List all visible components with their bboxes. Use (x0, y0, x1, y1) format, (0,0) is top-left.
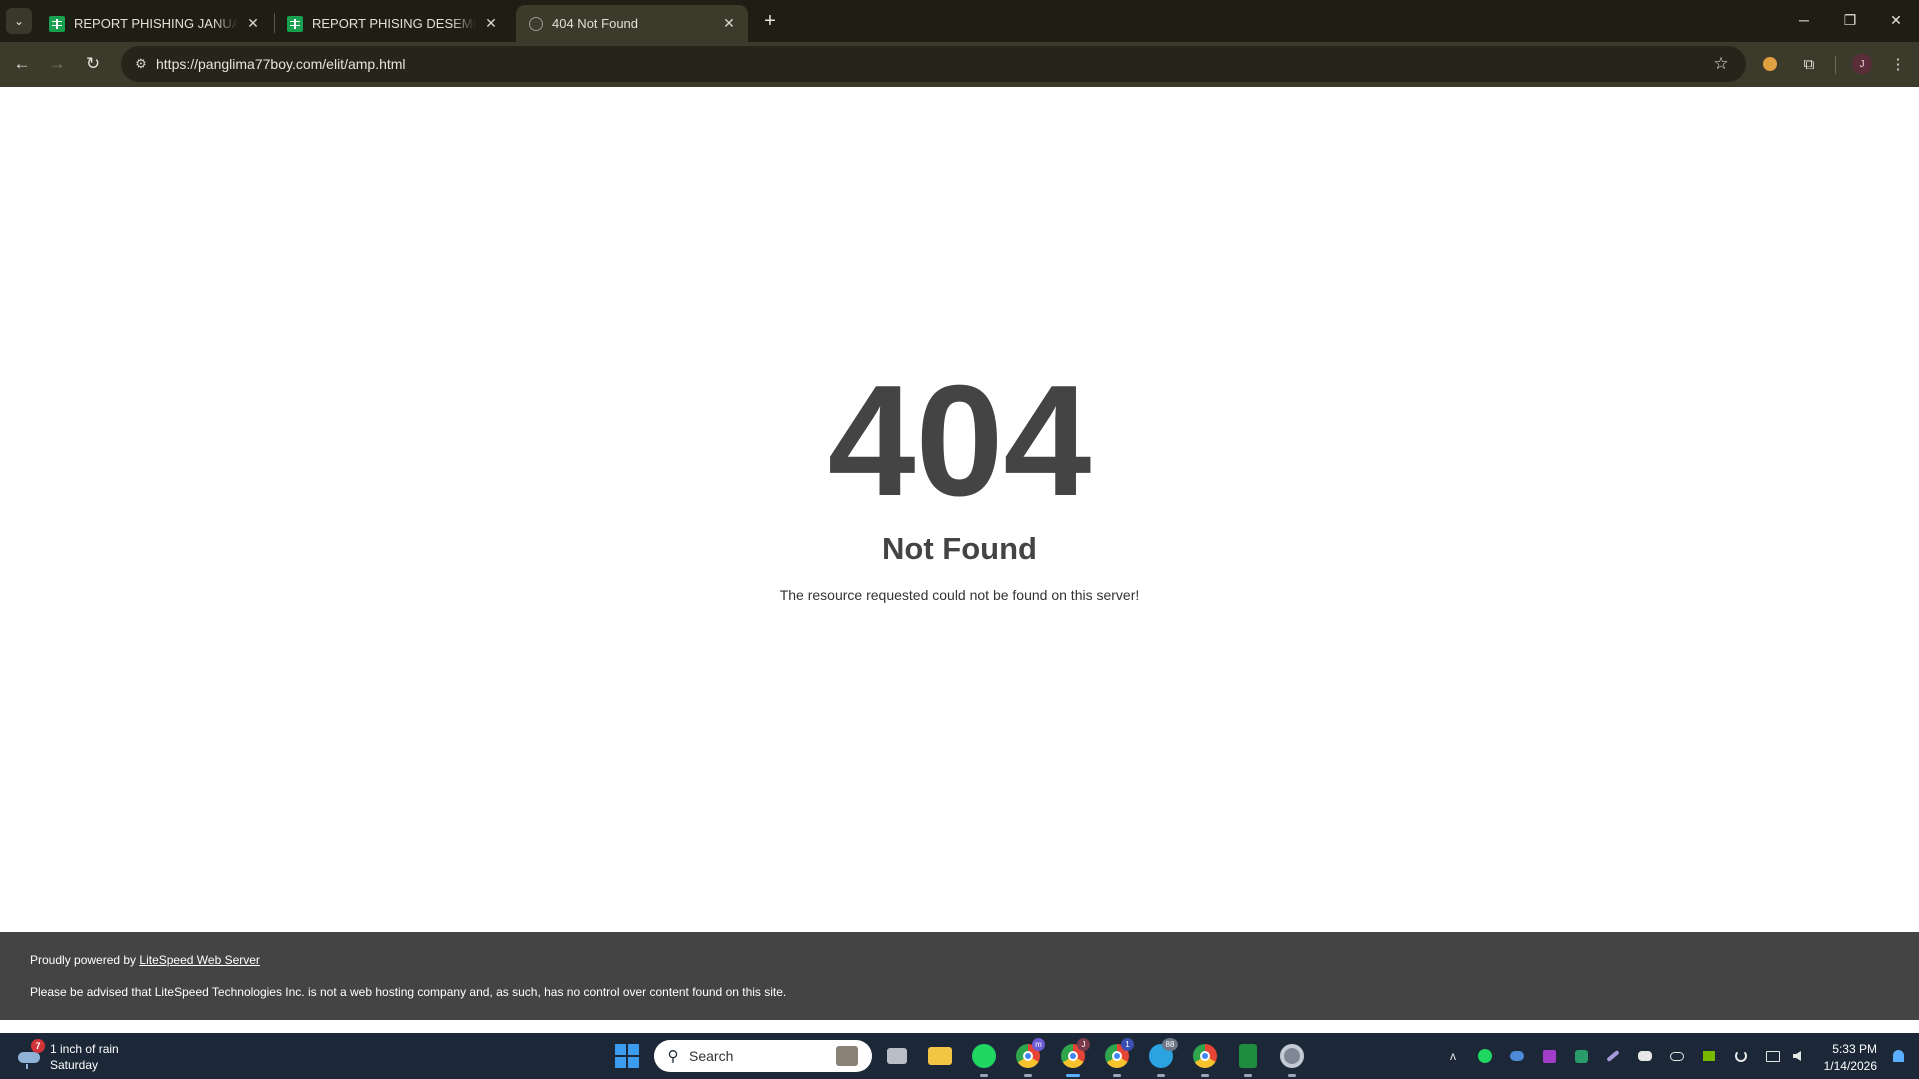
task-view-icon[interactable] (882, 1041, 912, 1071)
file-explorer-icon[interactable] (925, 1041, 955, 1071)
error-title: Not Found (882, 531, 1037, 566)
extensions-button[interactable]: ⧉ (1795, 50, 1823, 78)
close-tab-icon[interactable]: ✕ (244, 15, 262, 33)
settings-icon[interactable] (1277, 1041, 1307, 1077)
close-tab-icon[interactable]: ✕ (720, 15, 738, 33)
chrome-profile-4-icon[interactable] (1190, 1041, 1220, 1077)
tab-title: REPORT PHISING DESEMBER 20 (312, 16, 476, 31)
new-tab-button[interactable]: + (757, 8, 783, 34)
reload-icon: ↻ (85, 54, 101, 73)
bookmark-button[interactable]: ☆ (1708, 51, 1734, 77)
chrome-profile-m-icon[interactable]: m (1013, 1038, 1045, 1077)
clock-date[interactable]: 1/14/2026 (1824, 1059, 1877, 1073)
cloud-tray-icon[interactable] (1508, 1047, 1526, 1065)
security-tray-icon[interactable] (1572, 1047, 1590, 1065)
litespeed-link[interactable]: LiteSpeed Web Server (139, 953, 260, 967)
extension-pinned-button[interactable] (1756, 50, 1784, 78)
pen-tray-icon[interactable] (1604, 1047, 1622, 1065)
tab-report-phising-desember[interactable]: REPORT PHISING DESEMBER 20 ✕ (274, 5, 510, 42)
spotify-icon[interactable] (969, 1041, 999, 1077)
discord-tray-icon[interactable] (1636, 1047, 1654, 1065)
server-footer: Proudly powered by LiteSpeed Web Server … (0, 932, 1919, 1020)
browser-menu-button[interactable]: ⋮ (1884, 50, 1912, 78)
spotify-tray-icon[interactable] (1476, 1047, 1494, 1065)
telegram-icon[interactable]: 88 (1146, 1038, 1178, 1077)
person-key-icon (1763, 57, 1777, 71)
google-sheets-icon (49, 15, 65, 32)
windows-start-button[interactable] (615, 1044, 639, 1068)
profile-badge: J (1077, 1038, 1090, 1051)
page-content: 404 Not Found The resource requested cou… (0, 87, 1919, 1020)
search-highlight-icon (836, 1046, 858, 1066)
site-info-button[interactable]: ⚙ (129, 52, 153, 76)
search-icon: ⚲ (667, 1048, 679, 1065)
cloud-offline-tray-icon[interactable] (1668, 1047, 1686, 1065)
puzzle-icon: ⧉ (1803, 55, 1815, 73)
browser-toolbar: ← → ↻ ⚙ https://panglima77boy.com/elit/a… (0, 42, 1919, 87)
tab-title: REPORT PHISHING JANUARI 20 (74, 16, 238, 31)
browser-title-bar: ⌄ REPORT PHISHING JANUARI 20 ✕ REPORT PH… (0, 0, 1919, 42)
toolbar-divider (1835, 56, 1836, 74)
windows-taskbar: 7 1 inch of rain Saturday ⚲ Search m J 1… (0, 1033, 1919, 1079)
minimize-icon: ─ (1799, 12, 1809, 28)
volume-tray-icon[interactable] (1788, 1047, 1806, 1065)
weather-summary[interactable]: 1 inch of rain (50, 1042, 119, 1056)
globe-icon (529, 16, 543, 31)
weather-badge: 7 (31, 1039, 45, 1053)
back-button[interactable]: ← (7, 49, 37, 79)
powered-by-line: Proudly powered by LiteSpeed Web Server (30, 953, 260, 967)
address-bar[interactable]: ⚙ https://panglima77boy.com/elit/amp.htm… (121, 46, 1746, 82)
chrome-profile-1-icon[interactable]: 1 (1102, 1038, 1134, 1077)
forward-button[interactable]: → (42, 49, 72, 79)
reload-button[interactable]: ↻ (78, 49, 108, 79)
close-icon: ✕ (1890, 11, 1902, 28)
close-tab-icon[interactable]: ✕ (482, 15, 500, 33)
close-window-button[interactable]: ✕ (1873, 0, 1919, 40)
tab-search-button[interactable]: ⌄ (6, 8, 32, 34)
profile-badge: m (1032, 1038, 1045, 1051)
notification-bell-icon[interactable] (1889, 1047, 1907, 1065)
tab-report-phishing-januari[interactable]: REPORT PHISHING JANUARI 20 ✕ (36, 5, 272, 42)
restore-icon: ❐ (1843, 11, 1857, 28)
arrow-left-icon: ← (13, 54, 31, 73)
disclaimer-text: Please be advised that LiteSpeed Technol… (30, 985, 787, 999)
show-hidden-icons-button[interactable]: ʌ (1444, 1047, 1462, 1065)
weather-day[interactable]: Saturday (50, 1058, 98, 1072)
nvidia-tray-icon[interactable] (1700, 1047, 1718, 1065)
chevron-up-icon: ʌ (1450, 1049, 1456, 1063)
onenote-tray-icon[interactable] (1540, 1047, 1558, 1065)
plus-icon: + (764, 9, 776, 32)
arrow-right-icon: → (48, 54, 66, 73)
search-placeholder: Search (689, 1048, 734, 1064)
url-text[interactable]: https://panglima77boy.com/elit/amp.html (156, 56, 406, 72)
clock-time[interactable]: 5:33 PM (1832, 1042, 1877, 1056)
profile-badge: 1 (1121, 1038, 1134, 1051)
powered-by-prefix: Proudly powered by (30, 953, 140, 967)
tab-404-not-found[interactable]: 404 Not Found ✕ (516, 5, 748, 42)
chevron-down-icon: ⌄ (13, 14, 25, 28)
minimize-button[interactable]: ─ (1781, 0, 1827, 40)
sheets-app-icon[interactable] (1233, 1041, 1263, 1077)
more-vertical-icon: ⋮ (1890, 56, 1906, 73)
taskbar-search-box[interactable]: ⚲ Search (654, 1040, 872, 1072)
restore-button[interactable]: ❐ (1827, 0, 1873, 40)
error-description: The resource requested could not be foun… (779, 587, 1140, 603)
tune-icon: ⚙ (135, 56, 147, 71)
chrome-profile-j-icon[interactable]: J (1058, 1038, 1090, 1077)
unread-badge: 88 (1162, 1038, 1178, 1051)
tab-title: 404 Not Found (552, 16, 639, 31)
error-code: 404 (827, 353, 1092, 529)
google-sheets-icon (287, 15, 303, 32)
network-tray-icon[interactable] (1764, 1047, 1782, 1065)
sync-tray-icon[interactable] (1732, 1047, 1750, 1065)
profile-avatar[interactable]: J (1852, 54, 1872, 74)
star-icon: ☆ (1713, 54, 1729, 73)
